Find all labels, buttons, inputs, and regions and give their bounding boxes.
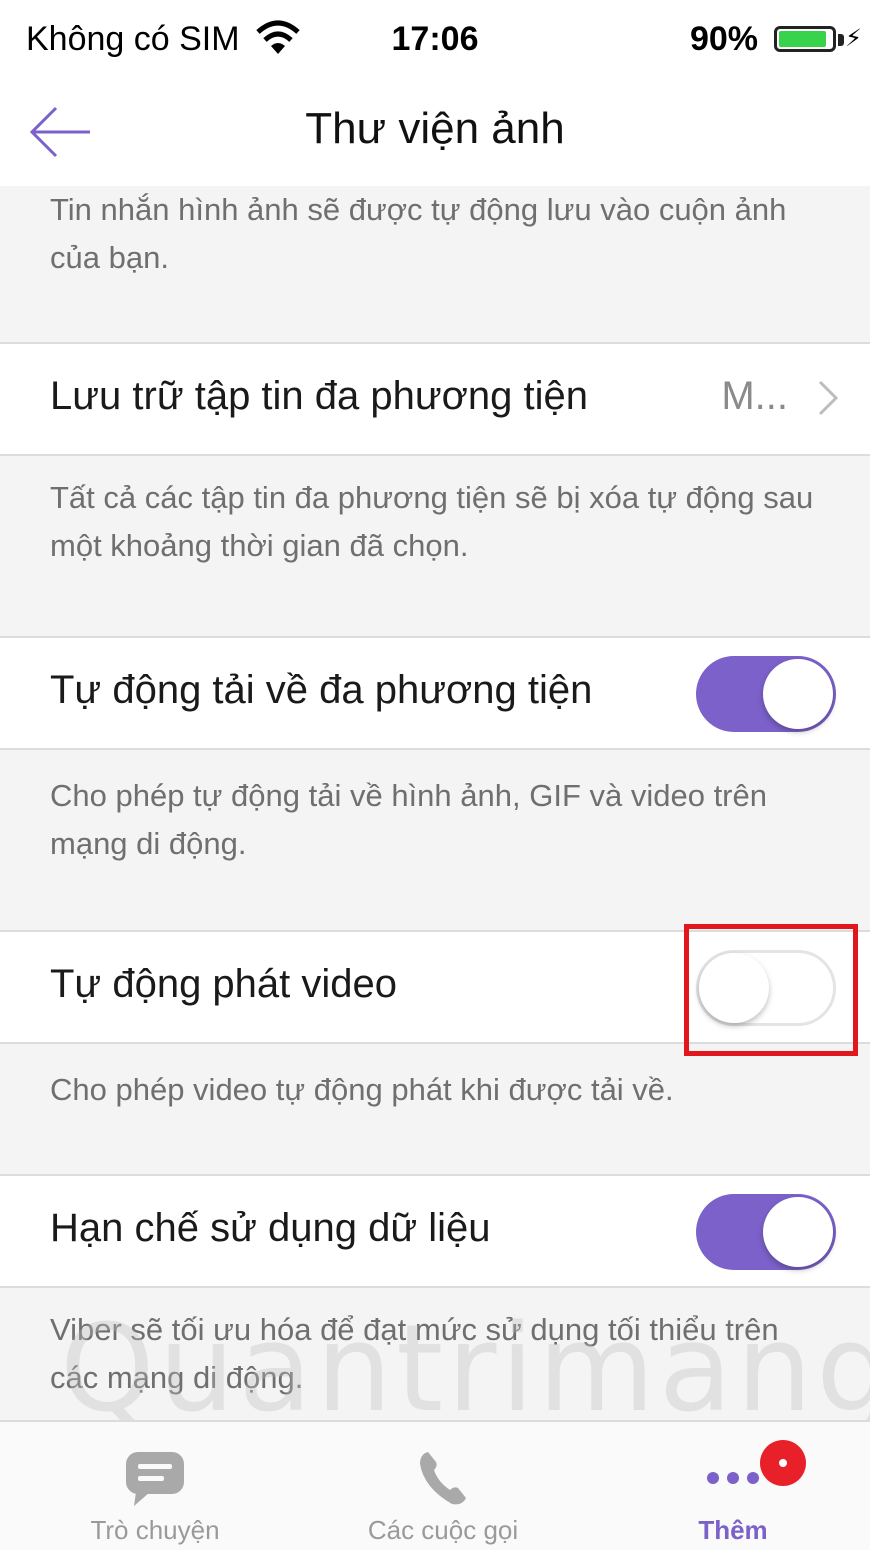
section-description-save-photos: Tin nhắn hình ảnh sẽ được tự động lưu và… (0, 186, 870, 342)
restrict-data-usage-label: Hạn chế sử dụng dữ liệu (50, 1206, 491, 1250)
description-text: Cho phép tự động tải về hình ảnh, GIF và… (50, 778, 767, 861)
section-description-auto-download: Cho phép tự động tải về hình ảnh, GIF và… (0, 750, 870, 930)
watermark: Quantrimang (60, 1300, 870, 1439)
toggle-knob (763, 659, 833, 729)
description-text: Tin nhắn hình ảnh sẽ được tự động lưu và… (50, 192, 787, 275)
auto-play-video-label: Tự động phát video (50, 962, 398, 1006)
tab-more[interactable]: Thêm (588, 1422, 870, 1550)
restrict-data-usage-toggle[interactable] (696, 1194, 836, 1270)
tab-label: Trò chuyện (90, 1515, 220, 1545)
battery-fill (779, 31, 826, 47)
section-description-media-storage: Tất cả các tập tin đa phương tiện sẽ bị … (0, 456, 870, 636)
page-title: Thư viện ảnh (305, 104, 565, 153)
media-storage-label: Lưu trữ tập tin đa phương tiện (50, 374, 588, 418)
description-text: Tất cả các tập tin đa phương tiện sẽ bị … (50, 480, 814, 563)
notification-badge (760, 1440, 806, 1486)
navigation-bar: Thư viện ảnh (0, 80, 870, 188)
tab-calls[interactable]: Các cuộc gọi (298, 1422, 588, 1550)
auto-download-media-label: Tự động tải về đa phương tiện (50, 668, 593, 712)
media-storage-row[interactable]: Lưu trữ tập tin đa phương tiện M... (0, 342, 870, 456)
more-dots-icon (707, 1472, 759, 1484)
charging-icon: ⚡ (845, 25, 862, 52)
battery-icon (774, 26, 836, 52)
tab-bar: Trò chuyện Các cuộc gọi Thêm (0, 1420, 870, 1550)
tab-chats[interactable]: Trò chuyện (10, 1422, 300, 1550)
phone-icon (420, 1452, 466, 1505)
media-storage-value: M... (721, 374, 788, 418)
status-bar: Không có SIM 17:06 90% ⚡ (0, 0, 870, 80)
chat-bubble-icon (126, 1452, 184, 1506)
auto-download-media-row: Tự động tải về đa phương tiện (0, 636, 870, 750)
chevron-right-icon (818, 380, 839, 416)
auto-download-media-toggle[interactable] (696, 656, 836, 732)
restrict-data-usage-row: Hạn chế sử dụng dữ liệu (0, 1174, 870, 1288)
tab-label: Thêm (698, 1515, 768, 1545)
section-description-auto-play: Cho phép video tự động phát khi được tải… (0, 1044, 870, 1174)
battery-percent: 90% (689, 20, 758, 58)
battery-nub (838, 34, 844, 46)
highlight-box (684, 924, 858, 1056)
tab-label: Các cuộc gọi (367, 1515, 519, 1545)
toggle-knob (763, 1197, 833, 1267)
description-text: Cho phép video tự động phát khi được tải… (50, 1072, 674, 1107)
